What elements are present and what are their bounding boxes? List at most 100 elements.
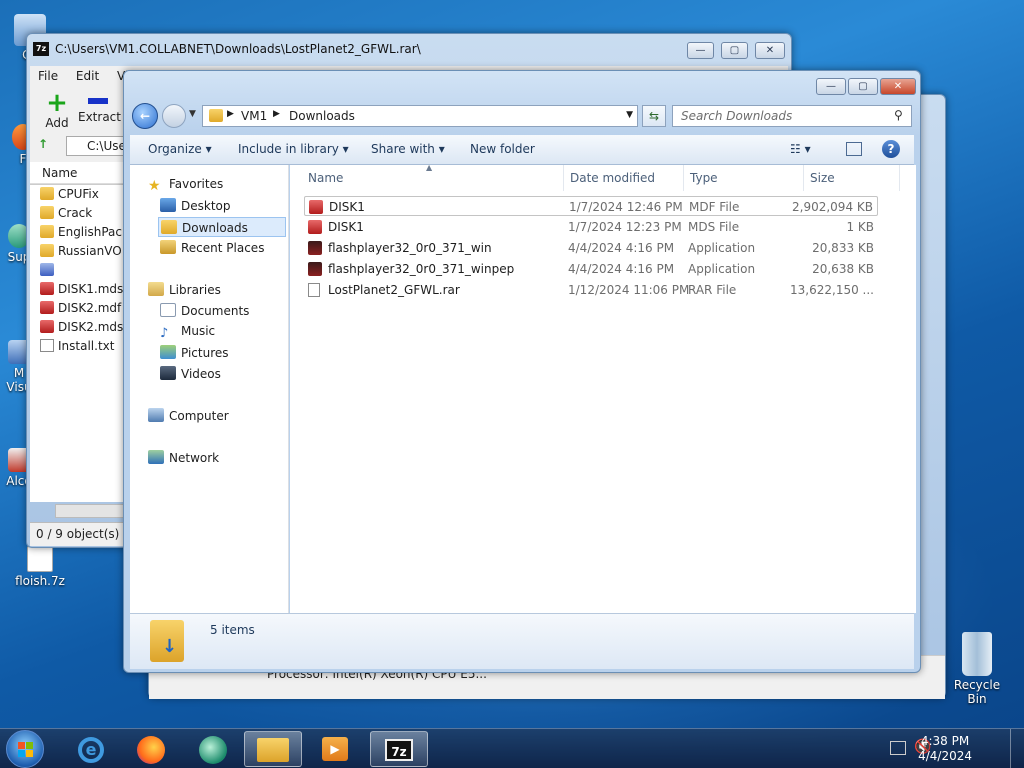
nav-videos[interactable]: Videos: [160, 366, 221, 381]
folder-icon: [40, 206, 54, 219]
nav-music[interactable]: ♪ Music: [160, 324, 215, 341]
desktop-icon-floish[interactable]: floish.7z: [14, 546, 66, 588]
maximize-button[interactable]: ▢: [848, 78, 878, 95]
nav-recent-places[interactable]: Recent Places: [160, 240, 264, 255]
minimize-button[interactable]: —: [816, 78, 846, 95]
breadcrumb-downloads[interactable]: Downloads: [289, 109, 355, 123]
extract-button[interactable]: Extract: [78, 90, 121, 124]
breadcrumb-vm1[interactable]: VM1: [241, 109, 267, 123]
computer-icon: [148, 408, 164, 422]
preview-pane-icon[interactable]: [846, 142, 862, 156]
flash-player-icon: [308, 262, 322, 276]
nav-desktop[interactable]: Desktop: [160, 198, 231, 213]
taskbar-firefox-button[interactable]: [122, 731, 180, 767]
start-button[interactable]: [6, 730, 44, 768]
nav-computer[interactable]: Computer: [148, 408, 229, 423]
internet-explorer-icon: e: [78, 737, 104, 763]
nav-libraries[interactable]: Libraries: [148, 282, 221, 297]
explorer-window[interactable]: — ▢ ✕ ← ▼ ▶ VM1 ▶ Downloads ▼ ⇆ Search D…: [123, 70, 921, 673]
file-list: Name ▲ Date modified Type Size DISK1 1/7…: [290, 163, 916, 655]
videos-icon: [160, 366, 176, 380]
close-button[interactable]: ✕: [755, 42, 785, 59]
taskbar-clock[interactable]: 4:38 PM 4/4/2024: [918, 734, 972, 764]
table-row[interactable]: flashplayer32_0r0_371_winpep 4/4/2024 4:…: [304, 259, 878, 279]
nav-documents[interactable]: Documents: [160, 303, 249, 318]
column-header-size[interactable]: Size: [804, 165, 900, 191]
breadcrumb-chevron-icon: ▶: [227, 109, 234, 119]
search-icon[interactable]: ⚲: [894, 108, 903, 122]
maximize-button[interactable]: ▢: [721, 42, 748, 59]
archive-file-icon: [27, 546, 53, 572]
media-player-icon: ▶: [322, 737, 348, 761]
downloads-folder-icon: ↓: [150, 620, 184, 662]
folder-icon: [209, 109, 223, 122]
downloads-folder-icon: [161, 220, 177, 234]
libraries-icon: [148, 282, 164, 296]
column-header-date[interactable]: Date modified: [564, 165, 684, 191]
folder-icon: [40, 244, 54, 257]
add-button[interactable]: + Add: [42, 90, 72, 130]
pictures-icon: [160, 345, 176, 359]
nav-network[interactable]: Network: [148, 450, 219, 465]
mds-file-icon: [308, 220, 322, 234]
close-button[interactable]: ✕: [880, 78, 916, 95]
firefox-icon: [137, 736, 165, 764]
nav-pictures[interactable]: Pictures: [160, 345, 229, 360]
sevenzip-logo-icon: 7z: [33, 42, 49, 56]
minimize-button[interactable]: —: [687, 42, 714, 59]
music-icon: ♪: [160, 326, 169, 341]
details-pane: ↓ 5 items: [130, 613, 914, 669]
taskbar-app-button[interactable]: [184, 731, 242, 767]
desktop-icon: [160, 198, 176, 212]
command-bar: Organize ▾ Include in library ▾ Share wi…: [130, 135, 914, 165]
nav-favorites[interactable]: ★ Favorites: [148, 177, 223, 194]
back-button[interactable]: ←: [132, 103, 158, 129]
network-tray-icon[interactable]: [890, 741, 906, 755]
recent-pages-dropdown[interactable]: ▼: [189, 109, 196, 119]
address-bar[interactable]: ▶ VM1 ▶ Downloads ▼: [202, 105, 638, 127]
table-row[interactable]: DISK1 1/7/2024 12:46 PM MDF File 2,902,0…: [304, 196, 878, 216]
menu-edit[interactable]: Edit: [68, 66, 105, 83]
horizontal-scrollbar[interactable]: [55, 504, 125, 518]
flash-player-icon: [308, 241, 322, 255]
taskbar-7zip-button[interactable]: 7z: [370, 731, 428, 767]
address-dropdown-icon[interactable]: ▼: [626, 110, 633, 120]
taskbar-media-button[interactable]: ▶: [306, 731, 364, 767]
text-file-icon: [40, 339, 54, 352]
include-in-library-button[interactable]: Include in library ▾: [238, 142, 349, 156]
share-with-button[interactable]: Share with ▾: [371, 142, 445, 156]
table-row[interactable]: flashplayer32_0r0_371_win 4/4/2024 4:16 …: [304, 238, 878, 258]
forward-button[interactable]: [162, 104, 186, 128]
minus-icon: [88, 98, 108, 104]
app-globe-icon: [199, 736, 227, 764]
up-folder-icon[interactable]: ↑: [38, 137, 48, 151]
column-header-type[interactable]: Type: [684, 165, 804, 191]
desktop-icon-recycle-bin[interactable]: Recycle Bin: [944, 632, 1010, 706]
help-icon[interactable]: ?: [882, 140, 900, 158]
breadcrumb-chevron-icon: ▶: [273, 109, 280, 119]
menu-file[interactable]: File: [30, 66, 64, 83]
show-desktop-button[interactable]: [1010, 729, 1024, 768]
plus-icon: +: [46, 88, 68, 118]
taskbar-explorer-button[interactable]: [244, 731, 302, 767]
folder-icon: [257, 738, 289, 762]
mds-icon: [40, 320, 54, 333]
table-row[interactable]: DISK1 1/7/2024 12:23 PM MDS File 1 KB: [304, 217, 878, 237]
folder-icon: [40, 187, 54, 200]
taskbar: e ▶ 7z 🔇 4:38 PM 4/4/2024: [0, 728, 1024, 768]
navigation-pane: ★ Favorites Desktop Downloads Recent Plac…: [130, 165, 289, 613]
organize-button[interactable]: Organize ▾: [148, 142, 212, 156]
table-row[interactable]: LostPlanet2_GFWL.rar 1/12/2024 11:06 PM …: [304, 280, 878, 300]
recycle-bin-icon: [962, 632, 992, 676]
view-options-icon[interactable]: ☷ ▾: [790, 142, 811, 156]
taskbar-ie-button[interactable]: e: [62, 731, 120, 767]
nav-downloads[interactable]: Downloads: [158, 217, 286, 237]
refresh-icon[interactable]: ⇆: [642, 105, 666, 127]
documents-icon: [160, 303, 176, 317]
sevenzip-title: C:\Users\VM1.COLLABNET\Downloads\LostPla…: [55, 42, 421, 56]
new-folder-button[interactable]: New folder: [470, 142, 535, 156]
column-header-name[interactable]: Name: [302, 165, 564, 191]
recent-places-icon: [160, 240, 176, 254]
star-icon: ★: [148, 178, 161, 194]
search-input[interactable]: Search Downloads: [672, 105, 912, 127]
